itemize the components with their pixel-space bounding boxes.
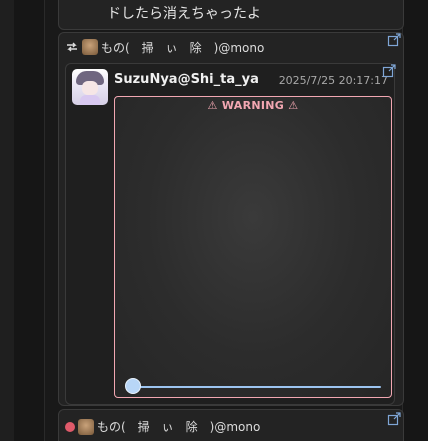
renote-card-next[interactable]: もの( 掃 ぃ 除 )@mono [58, 409, 404, 441]
renote-icon [67, 42, 77, 52]
renote-header: もの( 掃 ぃ 除 )@mono [65, 37, 264, 57]
renote-header: もの( 掃 ぃ 除 )@mono [65, 418, 260, 435]
warning-icon: ⚠ [207, 99, 218, 112]
open-external-icon[interactable] [387, 412, 401, 426]
renoter-name[interactable]: もの( 掃 ぃ 除 )@mono [101, 39, 264, 56]
note-text: ドしたら消えちゃったよ [107, 6, 261, 22]
sensitive-media-warning[interactable]: ⚠ WARNING ⚠ [114, 96, 392, 398]
renoter-name[interactable]: もの( 掃 ぃ 除 )@mono [97, 418, 260, 435]
quoted-note[interactable]: SuzuNya@Shi_ta_ya 2025/7/25 20:17:17 ⚠ W… [65, 63, 396, 405]
renoter-avatar[interactable] [82, 39, 98, 55]
warning-title: ⚠ WARNING ⚠ [115, 99, 391, 112]
author-avatar[interactable] [72, 69, 108, 105]
note-card-previous[interactable]: ドしたら消えちゃったよ [58, 0, 404, 30]
renote-card[interactable]: もの( 掃 ぃ 除 )@mono SuzuNya@Shi_ta_ya 2025/… [58, 32, 404, 406]
open-external-icon[interactable] [387, 33, 401, 47]
right-rail [402, 0, 428, 441]
note-timestamp[interactable]: 2025/7/25 20:17:17 [279, 74, 388, 87]
reaction-icon [65, 421, 75, 432]
media-seek-track[interactable] [133, 386, 381, 388]
open-external-icon[interactable] [382, 64, 396, 78]
left-rail [0, 0, 14, 441]
author-username[interactable]: SuzuNya@Shi_ta_ya [114, 72, 259, 87]
left-sidebar-gap [14, 0, 45, 441]
timeline-view: ドしたら消えちゃったよ もの( 掃 ぃ 除 )@mono SuzuNya@Shi… [0, 0, 428, 441]
media-seek-handle[interactable] [125, 378, 141, 394]
warning-label: WARNING [221, 99, 285, 112]
warning-icon: ⚠ [288, 99, 299, 112]
renoter-avatar[interactable] [78, 418, 94, 435]
